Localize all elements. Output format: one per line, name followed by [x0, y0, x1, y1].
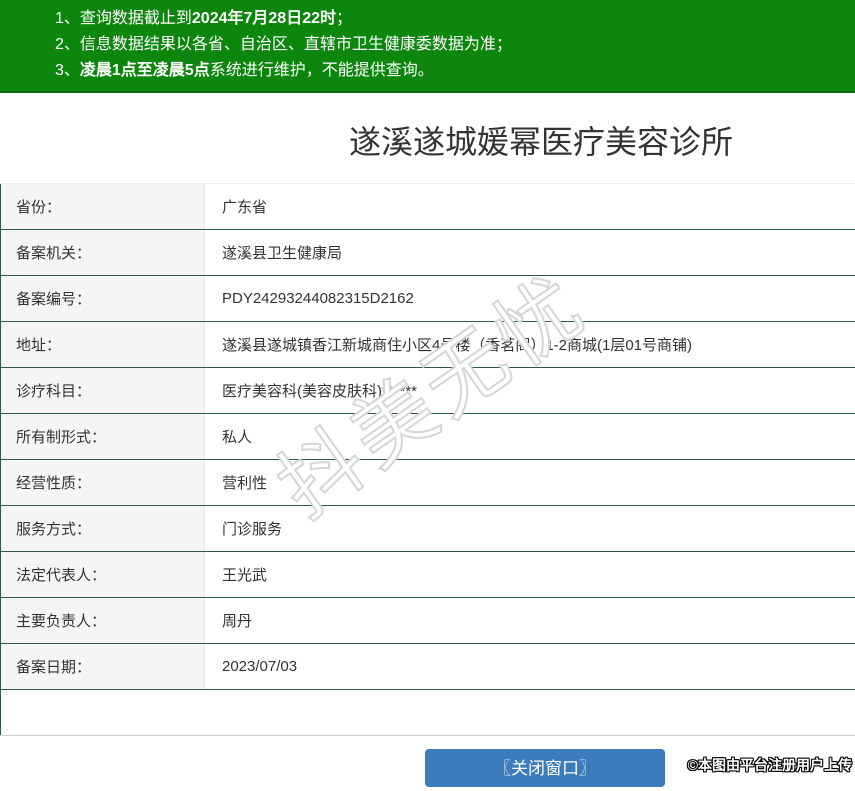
row-label-province: 省份： — [1, 184, 205, 230]
notice-line-1: 1、查询数据截止到2024年7月28日22时； — [55, 6, 845, 32]
table-row: 经营性质： 营利性 — [1, 460, 855, 506]
table-row: 地址： 遂溪县遂城镇香江新城商住小区4号楼（香茗阁）1-2商城(1层01号商铺) — [1, 322, 855, 368]
notice-line-3: 3、凌晨1点至凌晨5点系统进行维护，不能提供查询。 — [55, 58, 845, 84]
title-section: 遂溪遂城媛幂医疗美容诊所 — [0, 93, 855, 183]
table-row: 主要负责人： 周丹 — [1, 598, 855, 644]
table-footer-row — [1, 690, 855, 736]
row-value-filing-date: 2023/07/03 — [205, 644, 855, 690]
notice-line-2: 2、信息数据结果以各省、自治区、直辖市卫生健康委数据为准； — [55, 32, 845, 58]
row-value-legal-representative: 王光武 — [205, 552, 855, 598]
row-label-filing-number: 备案编号： — [1, 276, 205, 322]
row-label-business-nature: 经营性质： — [1, 460, 205, 506]
table-row: 所有制形式： 私人 — [1, 414, 855, 460]
notice-banner: 1、查询数据截止到2024年7月28日22时； 2、信息数据结果以各省、自治区、… — [0, 0, 855, 93]
row-label-filing-authority: 备案机关： — [1, 230, 205, 276]
table-row: 备案日期： 2023/07/03 — [1, 644, 855, 690]
row-value-province: 广东省 — [205, 184, 855, 230]
row-value-principal: 周丹 — [205, 598, 855, 644]
table-row: 备案机关： 遂溪县卫生健康局 — [1, 230, 855, 276]
row-value-filing-authority: 遂溪县卫生健康局 — [205, 230, 855, 276]
row-value-ownership: 私人 — [205, 414, 855, 460]
row-value-filing-number: PDY24293244082315D2162 — [205, 276, 855, 322]
row-label-filing-date: 备案日期： — [1, 644, 205, 690]
upload-copyright-stamp: ©本图由平台注册用户上传 — [688, 755, 852, 775]
row-label-departments: 诊疗科目： — [1, 368, 205, 414]
table-row: 诊疗科目： 医疗美容科(美容皮肤科)****** — [1, 368, 855, 414]
record-table: 省份： 广东省 备案机关： 遂溪县卫生健康局 备案编号： PDY24293244… — [0, 183, 855, 736]
page-title: 遂溪遂城媛幂医疗美容诊所 — [227, 121, 855, 163]
row-label-address: 地址： — [1, 322, 205, 368]
close-window-button[interactable]: 〖关闭窗口〗 — [425, 749, 665, 787]
row-value-business-nature: 营利性 — [205, 460, 855, 506]
table-row: 服务方式： 门诊服务 — [1, 506, 855, 552]
table-row: 法定代表人： 王光武 — [1, 552, 855, 598]
row-value-address: 遂溪县遂城镇香江新城商住小区4号楼（香茗阁）1-2商城(1层01号商铺) — [205, 322, 855, 368]
row-label-legal-representative: 法定代表人： — [1, 552, 205, 598]
row-value-departments: 医疗美容科(美容皮肤科)****** — [205, 368, 855, 414]
table-row: 备案编号： PDY24293244082315D2162 — [1, 276, 855, 322]
row-label-ownership: 所有制形式： — [1, 414, 205, 460]
row-label-service-mode: 服务方式： — [1, 506, 205, 552]
row-value-service-mode: 门诊服务 — [205, 506, 855, 552]
row-label-principal: 主要负责人： — [1, 598, 205, 644]
table-footer-cell — [1, 690, 855, 736]
table-row: 省份： 广东省 — [1, 184, 855, 230]
